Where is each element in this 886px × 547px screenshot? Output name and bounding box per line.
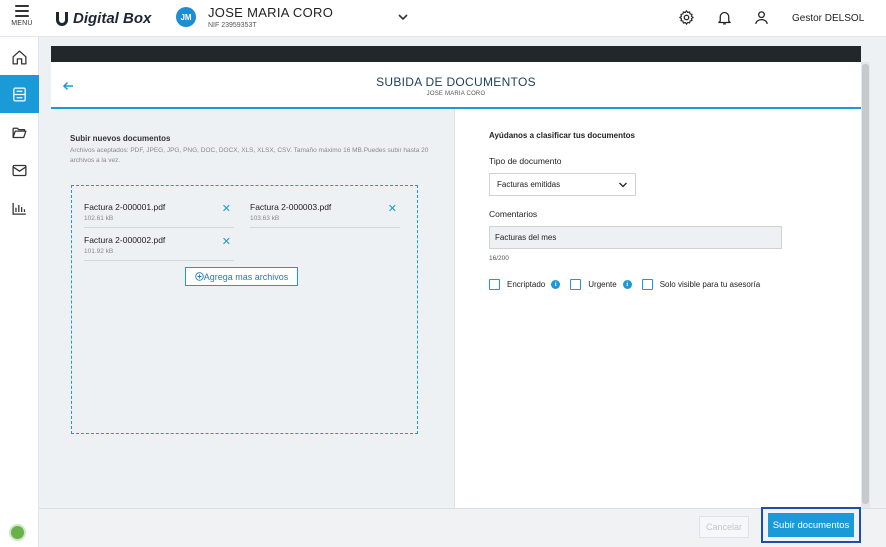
info-icon[interactable]: i [551, 280, 561, 289]
sidebar-item-folder[interactable] [0, 113, 39, 151]
header-band [51, 46, 861, 62]
cancel-button[interactable]: Cancelar [699, 516, 749, 538]
sidebar-item-inbox[interactable] [0, 75, 39, 113]
checkbox-box[interactable] [641, 279, 653, 290]
upload-title: Subir nuevos documentos [70, 134, 171, 143]
file-name: Factura 2-000001.pdf [84, 202, 166, 212]
file-size: 101.92 kB [84, 248, 114, 255]
status-indicator-icon[interactable] [9, 524, 26, 541]
classify-title: Ayúdanos a clasificar tus documentos [489, 131, 635, 140]
file-size: 102.61 kB [84, 215, 114, 222]
folder-open-icon [12, 127, 27, 138]
close-icon[interactable]: ✕ [388, 204, 397, 215]
file-name: Factura 2-000003.pdf [250, 202, 332, 212]
client-avatar: JM [176, 7, 196, 27]
submit-documents-button[interactable]: Subir documentos [768, 513, 854, 537]
menu-label: MENÚ [11, 20, 33, 27]
submit-highlight: Subir documentos [761, 507, 861, 543]
footer-bar: Cancelar Subir documentos [39, 507, 886, 547]
close-icon[interactable]: ✕ [222, 237, 231, 248]
add-more-label: Agrega mas archivos [203, 271, 289, 282]
encrypted-label: Encriptado [507, 280, 546, 289]
file-size: 103.63 kB [250, 215, 280, 222]
user-label[interactable]: Gestor DELSOL [792, 13, 864, 24]
urgent-checkbox[interactable]: Urgente i [570, 279, 632, 290]
private-label: Solo visible para tu asesoría [659, 280, 761, 289]
classify-panel: Ayúdanos a clasificar tus documentos Tip… [456, 109, 861, 508]
comments-counter: 16/200 [489, 255, 509, 262]
close-icon[interactable]: ✕ [222, 204, 231, 215]
sidebar-item-home[interactable] [0, 38, 39, 76]
doc-type-label: Tipo de documento [489, 156, 562, 166]
bar-chart-icon [12, 202, 26, 215]
doc-type-value: Facturas emitidas [497, 180, 561, 189]
scrollbar-thumb[interactable] [862, 64, 869, 504]
add-more-files-button[interactable]: Agrega mas archivos [185, 267, 298, 286]
file-name: Factura 2-000002.pdf [84, 235, 166, 245]
file-item: Factura 2-000001.pdf 102.61 kB ✕ [84, 198, 234, 228]
sidebar [0, 37, 39, 547]
inbox-icon [13, 86, 26, 102]
user-icon[interactable] [753, 9, 770, 26]
client-name: JOSE MARIA CORO [208, 5, 334, 20]
chevron-down-icon[interactable] [397, 11, 409, 23]
comments-label: Comentarios [489, 209, 538, 219]
comments-input[interactable]: Facturas del mes [489, 226, 782, 249]
urgent-label: Urgente [588, 280, 617, 289]
file-item: Factura 2-000003.pdf 103.63 kB ✕ [250, 198, 400, 228]
logo-text: Digital Box [73, 9, 152, 27]
client-nif: NIF 23959353T [208, 22, 257, 29]
home-icon [12, 49, 27, 65]
encrypted-checkbox[interactable]: Encriptado i [489, 279, 561, 290]
dropzone[interactable]: Factura 2-000001.pdf 102.61 kB ✕ Factura… [71, 185, 418, 434]
logo-mark-icon [56, 11, 68, 26]
doc-type-select[interactable]: Facturas emitidas [489, 173, 636, 196]
file-item: Factura 2-000002.pdf 101.92 kB ✕ [84, 231, 234, 261]
menu-button[interactable]: MENÚ [8, 3, 36, 33]
sidebar-item-mail[interactable] [0, 151, 39, 189]
upload-panel: Subir nuevos documentos Archivos aceptad… [51, 109, 455, 508]
chevron-down-icon [619, 182, 627, 188]
options-row: Encriptado i Urgente i Solo visible para… [489, 279, 770, 290]
upload-card: SUBIDA DE DOCUMENTOS JOSE MARIA CORO Sub… [51, 62, 861, 508]
checkbox-box[interactable] [489, 279, 500, 290]
plus-circle-icon [194, 272, 204, 281]
gear-icon[interactable] [678, 9, 695, 26]
info-icon[interactable]: i [622, 280, 632, 289]
page-title: SUBIDA DE DOCUMENTOS [376, 75, 536, 89]
logo: Digital Box [55, 8, 151, 28]
checkbox-box[interactable] [570, 279, 582, 290]
mail-icon [12, 164, 27, 176]
bell-icon[interactable] [716, 9, 733, 26]
sidebar-item-stats[interactable] [0, 189, 39, 227]
page-subtitle: JOSE MARIA CORO [426, 91, 486, 97]
top-bar: MENÚ Digital Box JM JOSE MARIA CORO NIF … [0, 0, 886, 37]
comments-value: Facturas del mes [495, 233, 557, 242]
hamburger-icon [15, 5, 29, 17]
upload-hint: Archivos aceptados: PDF, JPEG, JPG, PNG,… [70, 147, 429, 164]
private-checkbox[interactable]: Solo visible para tu asesoría [641, 279, 761, 290]
scrollbar[interactable] [861, 62, 870, 508]
